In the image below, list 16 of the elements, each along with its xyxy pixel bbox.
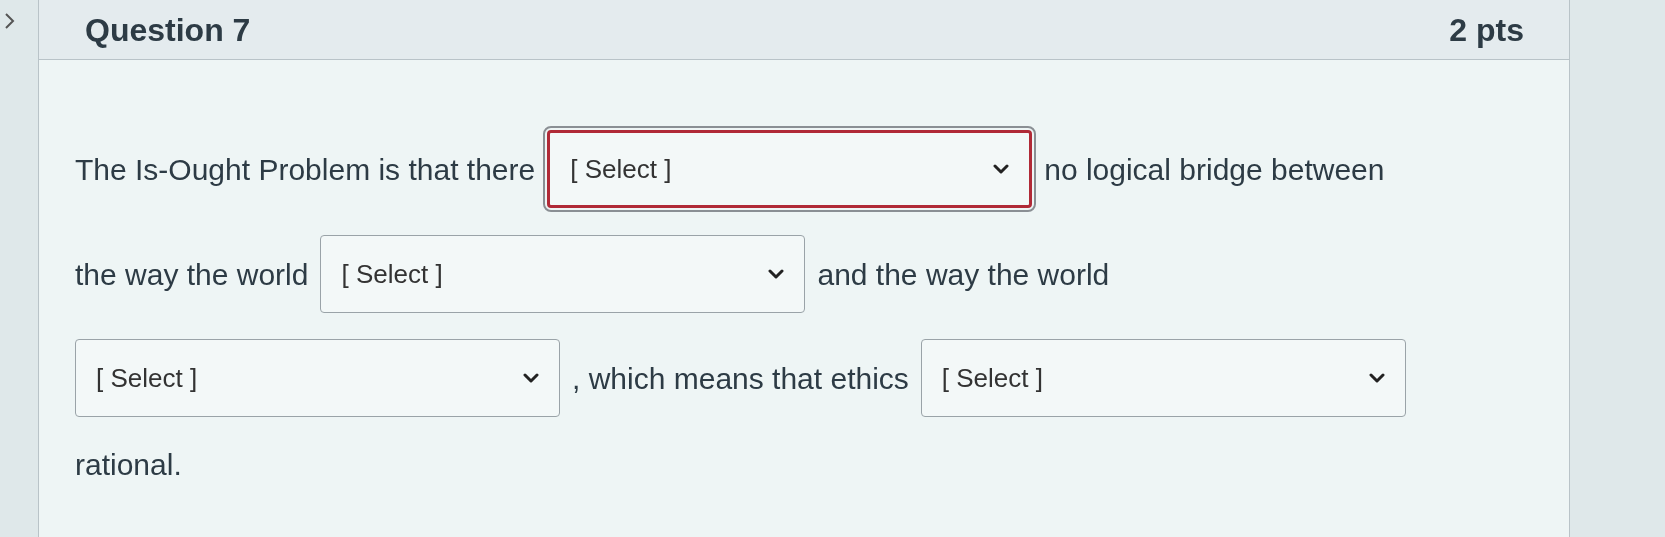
answer-dropdown[interactable]: [ Select ] <box>75 339 560 417</box>
question-text: , which means that ethics <box>572 360 909 397</box>
chevron-down-icon <box>523 372 539 384</box>
question-text: The Is-Ought Problem is that there <box>75 151 536 188</box>
chevron-down-icon <box>768 268 785 280</box>
question-text: and the way the world <box>817 256 1110 293</box>
question-text: no logical bridge between <box>1044 151 1385 188</box>
question-title: Question 7 <box>85 10 251 50</box>
answer-dropdown[interactable]: [ Select ] <box>920 339 1406 417</box>
points-label: 2 pts <box>1449 10 1524 50</box>
chevron-down-icon <box>993 163 1010 175</box>
answer-dropdown[interactable]: [ Select ] <box>320 235 806 313</box>
chevron-down-icon <box>1368 372 1385 384</box>
chevron-right-icon[interactable] <box>4 12 16 30</box>
question-text: rational. <box>75 447 182 483</box>
question-text: the way the world <box>75 256 309 293</box>
